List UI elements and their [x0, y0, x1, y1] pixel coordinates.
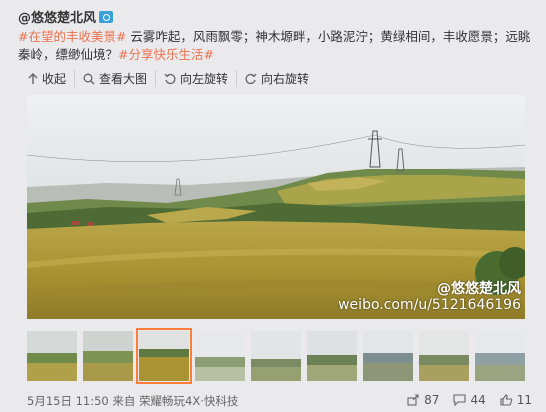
watermark-user: @悠悠楚北风 [437, 281, 521, 297]
thumbnail[interactable] [363, 331, 413, 381]
camera-icon [99, 11, 114, 23]
collapse-button[interactable]: 收起 [28, 70, 76, 87]
username-link[interactable]: @悠悠楚北风 [18, 11, 96, 26]
thumbnail[interactable] [475, 331, 525, 381]
thumbnail-selected[interactable] [136, 328, 192, 384]
comment-icon [453, 394, 466, 406]
hashtag-link[interactable]: #分享快乐生活# [118, 47, 214, 62]
view-large-button[interactable]: 查看大图 [75, 70, 157, 87]
post-text: #在望的丰收美景# 云雾咋起，风雨飘零；神木塬畔，小路泥泞；黄绿相间，丰收愿景；… [18, 28, 533, 64]
source-link[interactable]: 荣耀畅玩4X·快科技 [139, 394, 238, 408]
share-count: 87 [424, 393, 440, 407]
thumbs-up-icon [500, 394, 512, 406]
thumbnail[interactable] [195, 331, 245, 381]
rotate-right-label: 向右旋转 [261, 72, 310, 86]
rotate-left-button[interactable]: 向左旋转 [156, 70, 238, 87]
thumbnail[interactable] [83, 331, 133, 381]
rotate-right-icon [245, 73, 257, 84]
post-header: @悠悠楚北风 [18, 7, 114, 26]
thumbnail-strip [27, 328, 525, 384]
post-date[interactable]: 5月15日 11:50 [27, 394, 109, 408]
source-prefix: 来自 [112, 394, 136, 408]
hashtag-link[interactable]: #在望的丰收美景# [18, 29, 126, 44]
post-actions: 87 44 11 [407, 393, 532, 407]
thumbnail[interactable] [307, 331, 357, 381]
rotate-right-button[interactable]: 向右旋转 [237, 70, 317, 87]
thumbnail[interactable] [27, 331, 77, 381]
like-count: 11 [516, 393, 532, 407]
thumbnail[interactable] [419, 331, 469, 381]
rotate-left-icon [164, 73, 176, 84]
magnifier-icon [83, 73, 95, 84]
collapse-label: 收起 [42, 72, 67, 86]
weibo-post-card: @悠悠楚北风 #在望的丰收美景# 云雾咋起，风雨飘零；神木塬畔，小路泥泞；黄绿相… [0, 0, 546, 412]
watermark-url: weibo.com/u/5121646196 [338, 297, 521, 313]
comment-button[interactable]: 44 [453, 393, 486, 407]
like-button[interactable]: 11 [500, 393, 532, 407]
rotate-left-label: 向左旋转 [180, 72, 229, 86]
photo-watermark: @悠悠楚北风 weibo.com/u/5121646196 [338, 281, 521, 313]
share-button[interactable]: 87 [407, 393, 439, 407]
arrow-up-icon [28, 72, 38, 84]
image-toolbar: 收起 查看大图 向左旋转 向右旋转 [28, 70, 317, 87]
main-photo[interactable]: @悠悠楚北风 weibo.com/u/5121646196 [27, 95, 525, 319]
comment-count: 44 [470, 393, 486, 407]
view-large-label: 查看大图 [99, 72, 148, 86]
post-meta: 5月15日 11:50 来自 荣耀畅玩4X·快科技 [27, 393, 238, 409]
thumbnail[interactable] [251, 331, 301, 381]
share-icon [407, 394, 419, 406]
